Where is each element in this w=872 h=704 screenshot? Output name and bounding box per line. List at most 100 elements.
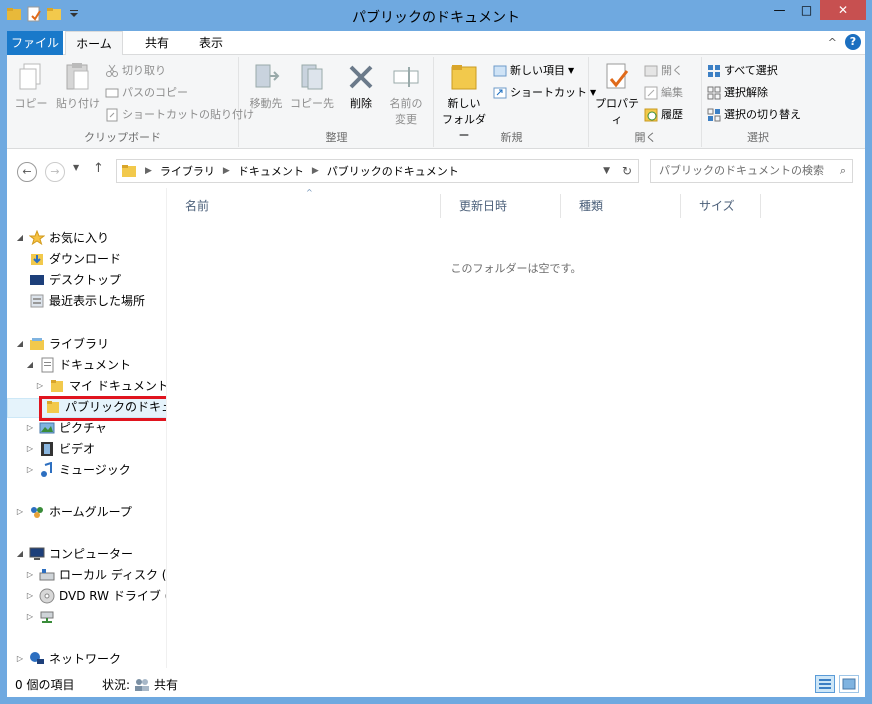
organize-group: 移動先 コピー先 削除 名前の 変更 整理: [240, 57, 434, 147]
forward-button[interactable]: →: [45, 162, 65, 182]
search-icon[interactable]: ⌕: [840, 160, 846, 182]
tab-share[interactable]: 共有: [133, 31, 181, 55]
copy-path-button[interactable]: パスのコピー: [105, 83, 188, 103]
history-button[interactable]: 履歴: [644, 105, 683, 125]
collapse-arrow-icon[interactable]: ▷: [25, 586, 35, 606]
column-header-name[interactable]: 名前: [167, 194, 441, 218]
properties-icon-large: [601, 61, 633, 93]
expand-arrow-icon[interactable]: ◢: [25, 355, 35, 375]
organize-group-label: 整理: [325, 131, 348, 144]
tree-item-pictures[interactable]: ▷ ピクチャ: [25, 418, 107, 438]
tree-item-local-disk[interactable]: ▷ ローカル ディスク (C:): [25, 565, 166, 585]
collapse-arrow-icon[interactable]: ▷: [15, 649, 25, 668]
collapse-arrow-icon[interactable]: ▷: [25, 565, 35, 585]
maximize-button[interactable]: □: [793, 0, 820, 20]
music-icon: [39, 461, 55, 478]
back-button[interactable]: ←: [17, 162, 37, 182]
breadcrumb-separator-icon[interactable]: ▶: [223, 166, 230, 176]
delete-label: 削除: [350, 97, 372, 110]
open-button[interactable]: 開く: [644, 61, 683, 81]
close-button[interactable]: ✕: [820, 0, 866, 20]
breadcrumb-public-documents[interactable]: パブリックのドキュメント: [327, 163, 459, 179]
clipboard-group: コピー 貼り付け 切り取り パスのコピー ショートカットの貼り付け クリップボー…: [7, 57, 254, 147]
tree-item-network[interactable]: ▷ ネットワーク: [15, 649, 121, 668]
breadcrumb-documents[interactable]: ドキュメント: [238, 163, 304, 179]
search-input[interactable]: パブリックのドキュメントの検索 ⌕: [650, 159, 853, 183]
forward-arrow-icon: →: [50, 165, 60, 178]
expand-arrow-icon[interactable]: ◢: [15, 228, 25, 248]
open-group: プロパティ 開く 編集 履歴 開く: [590, 57, 702, 147]
paste-icon: [62, 61, 94, 93]
help-icon[interactable]: ?: [845, 34, 861, 50]
move-to-button[interactable]: 移動先: [246, 61, 286, 111]
explorer-window: パブリックのドキュメント — □ ✕ ファイル ホーム 共有 表示 ^ ? コピ…: [0, 0, 872, 704]
column-header-size[interactable]: サイズ: [681, 194, 761, 218]
collapse-arrow-icon[interactable]: ▷: [25, 607, 35, 627]
tree-item-network-drive[interactable]: ▷: [25, 607, 55, 627]
rename-icon: [390, 61, 422, 93]
new-item-button[interactable]: 新しい項目 ▼: [493, 61, 574, 81]
select-none-icon: [707, 86, 721, 100]
libraries-icon: [29, 336, 45, 352]
tree-item-music[interactable]: ▷ ミュージック: [25, 460, 131, 480]
column-header-type[interactable]: 種類: [561, 194, 681, 218]
column-header-modified[interactable]: 更新日時: [441, 194, 561, 218]
copy-to-button[interactable]: コピー先: [290, 61, 334, 111]
title-bar[interactable]: パブリックのドキュメント — □ ✕: [0, 0, 872, 32]
invert-selection-button[interactable]: 選択の切り替え: [707, 105, 801, 125]
address-dropdown-icon[interactable]: ▼: [603, 166, 610, 176]
address-bar[interactable]: ▶ ライブラリ ▶ ドキュメント ▶ パブリックのドキュメント ▼ ↻: [116, 159, 639, 183]
delete-button[interactable]: 削除: [344, 61, 378, 111]
select-all-button[interactable]: すべて選択: [707, 61, 778, 81]
edit-button[interactable]: 編集: [644, 83, 683, 103]
cut-button[interactable]: 切り取り: [105, 61, 166, 81]
tree-item-desktop[interactable]: デスクトップ: [29, 270, 121, 290]
expand-arrow-icon[interactable]: ◢: [15, 334, 25, 354]
rename-label-1: 名前の: [389, 97, 423, 110]
refresh-icon[interactable]: ↻: [622, 164, 632, 178]
new-group: 新しい フォルダー 新しい項目 ▼ ショートカット ▼ 新規: [435, 57, 596, 147]
up-arrow-icon[interactable]: ↑: [93, 161, 104, 176]
tab-view[interactable]: 表示: [187, 31, 235, 55]
minimize-button[interactable]: —: [766, 0, 793, 20]
expand-arrow-icon[interactable]: ◢: [15, 544, 25, 564]
invert-selection-icon: [707, 108, 721, 122]
paste-shortcut-button[interactable]: ショートカットの貼り付け: [105, 105, 254, 125]
properties-button[interactable]: プロパティ: [592, 61, 642, 127]
recent-places-icon: [29, 293, 45, 309]
tree-item-my-documents[interactable]: ▷ マイ ドキュメント: [35, 376, 166, 396]
tree-item-dvd[interactable]: ▷ DVD RW ドライブ (D: [25, 586, 166, 606]
tree-item-homegroup[interactable]: ▷ ホームグループ: [15, 502, 132, 522]
recent-locations-dropdown-icon[interactable]: ▼: [73, 163, 79, 172]
tree-item-recent[interactable]: 最近表示した場所: [29, 291, 145, 311]
tab-home[interactable]: ホーム: [65, 31, 123, 56]
tree-item-favorites[interactable]: ◢ お気に入り: [15, 228, 109, 248]
tree-item-libraries[interactable]: ◢ ライブラリ: [15, 334, 109, 354]
breadcrumb-libraries[interactable]: ライブラリ: [160, 163, 215, 179]
tree-item-downloads[interactable]: ダウンロード: [29, 249, 121, 269]
paste-button[interactable]: 貼り付け: [55, 61, 101, 111]
tree-item-documents[interactable]: ◢ ドキュメント: [25, 355, 131, 375]
breadcrumb-separator-icon[interactable]: ▶: [312, 166, 319, 176]
collapse-arrow-icon[interactable]: ▷: [35, 376, 45, 396]
rename-button[interactable]: 名前の 変更: [384, 61, 428, 127]
collapse-ribbon-icon[interactable]: ^: [828, 36, 837, 49]
breadcrumb-separator-icon[interactable]: ▶: [145, 166, 152, 176]
recent-label: 最近表示した場所: [49, 294, 146, 308]
collapse-arrow-icon[interactable]: ▷: [25, 418, 35, 438]
tab-file[interactable]: ファイル: [7, 31, 63, 55]
large-icons-view-button[interactable]: [839, 675, 859, 693]
tree-item-videos[interactable]: ▷ ビデオ: [25, 439, 95, 459]
invert-selection-label: 選択の切り替え: [724, 108, 801, 121]
select-none-button[interactable]: 選択解除: [707, 83, 768, 103]
file-list[interactable]: ^ 名前 更新日時 種類 サイズ このフォルダーは空です。: [167, 188, 865, 668]
collapse-arrow-icon[interactable]: ▷: [25, 439, 35, 459]
tree-item-computer[interactable]: ◢ コンピューター: [15, 544, 133, 564]
copy-button[interactable]: コピー: [13, 61, 49, 111]
collapse-arrow-icon[interactable]: ▷: [25, 460, 35, 480]
collapse-arrow-icon[interactable]: ▷: [15, 502, 25, 522]
details-view-button[interactable]: [815, 675, 835, 693]
state-label: 状況:: [102, 678, 131, 692]
hard-drive-icon: [39, 567, 55, 583]
shortcut-button[interactable]: ショートカット ▼: [493, 83, 596, 103]
